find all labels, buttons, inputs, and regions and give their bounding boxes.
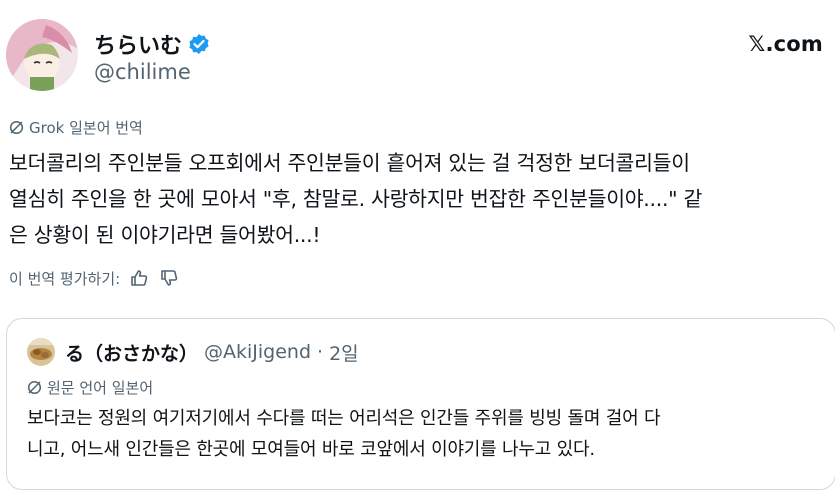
translation-note: Grok 일본어 번역 — [9, 117, 143, 138]
tweet-body-line: 보더콜리의 주인분들 오프회에서 주인분들이 흩어져 있는 걸 걱정한 보더콜리… — [9, 151, 690, 175]
quoted-tweet-time[interactable]: 2일 — [329, 339, 359, 366]
thumbs-down-icon[interactable] — [158, 267, 180, 289]
tweet-body-line: 은 상황이 된 이야기라면 들어봤어...! — [9, 223, 321, 247]
quoted-author-handle[interactable]: @AkiJigend — [204, 341, 311, 363]
rate-translation-label: 이 번역 평가하기: — [9, 269, 121, 288]
globe-slash-icon — [27, 380, 42, 395]
tweet-body: 보더콜리의 주인분들 오프회에서 주인분들이 흩어져 있는 걸 걱정한 보더콜리… — [9, 145, 829, 253]
quoted-author-avatar[interactable] — [27, 338, 55, 366]
tweet-body-line: 열심히 주인을 한 곳에 모아서 "후, 참말로. 사랑하지만 번잡한 주인분들… — [9, 187, 703, 211]
quoted-tweet-body: 보다코는 정원의 여기저기에서 수다를 떠는 어리석은 인간들 주위를 빙빙 돌… — [27, 403, 827, 465]
quoted-author-name[interactable]: る（おさかな） — [65, 339, 198, 366]
quoted-tweet-line: 니고, 어느새 인간들은 한곳에 모여들어 바로 코앞에서 이야기를 나누고 있… — [27, 439, 595, 460]
globe-slash-icon — [9, 120, 24, 135]
quoted-tweet-header: る（おさかな） @AkiJigend · 2일 — [27, 338, 359, 366]
thumbs-up-icon[interactable] — [128, 267, 150, 289]
author-avatar[interactable] — [6, 19, 78, 91]
x-logo-link[interactable]: 𝕏.com — [748, 32, 823, 56]
separator-dot: · — [317, 341, 324, 363]
author-name-row[interactable]: ちらいむ — [94, 28, 210, 60]
author-display-name[interactable]: ちらいむ — [94, 28, 182, 60]
rate-translation-row: 이 번역 평가하기: — [9, 267, 180, 289]
quoted-tweet[interactable]: る（おさかな） @AkiJigend · 2일 원문 언어 일본어 보다코는 정… — [6, 318, 835, 490]
verified-badge-icon — [188, 33, 210, 55]
quoted-tweet-line: 보다코는 정원의 여기저기에서 수다를 떠는 어리석은 인간들 주위를 빙빙 돌… — [27, 408, 661, 429]
translation-note-text: Grok 일본어 번역 — [29, 119, 143, 137]
author-handle[interactable]: @chilime — [94, 60, 191, 84]
quoted-translation-note-text: 원문 언어 일본어 — [47, 379, 154, 397]
quoted-translation-note: 원문 언어 일본어 — [27, 377, 153, 398]
